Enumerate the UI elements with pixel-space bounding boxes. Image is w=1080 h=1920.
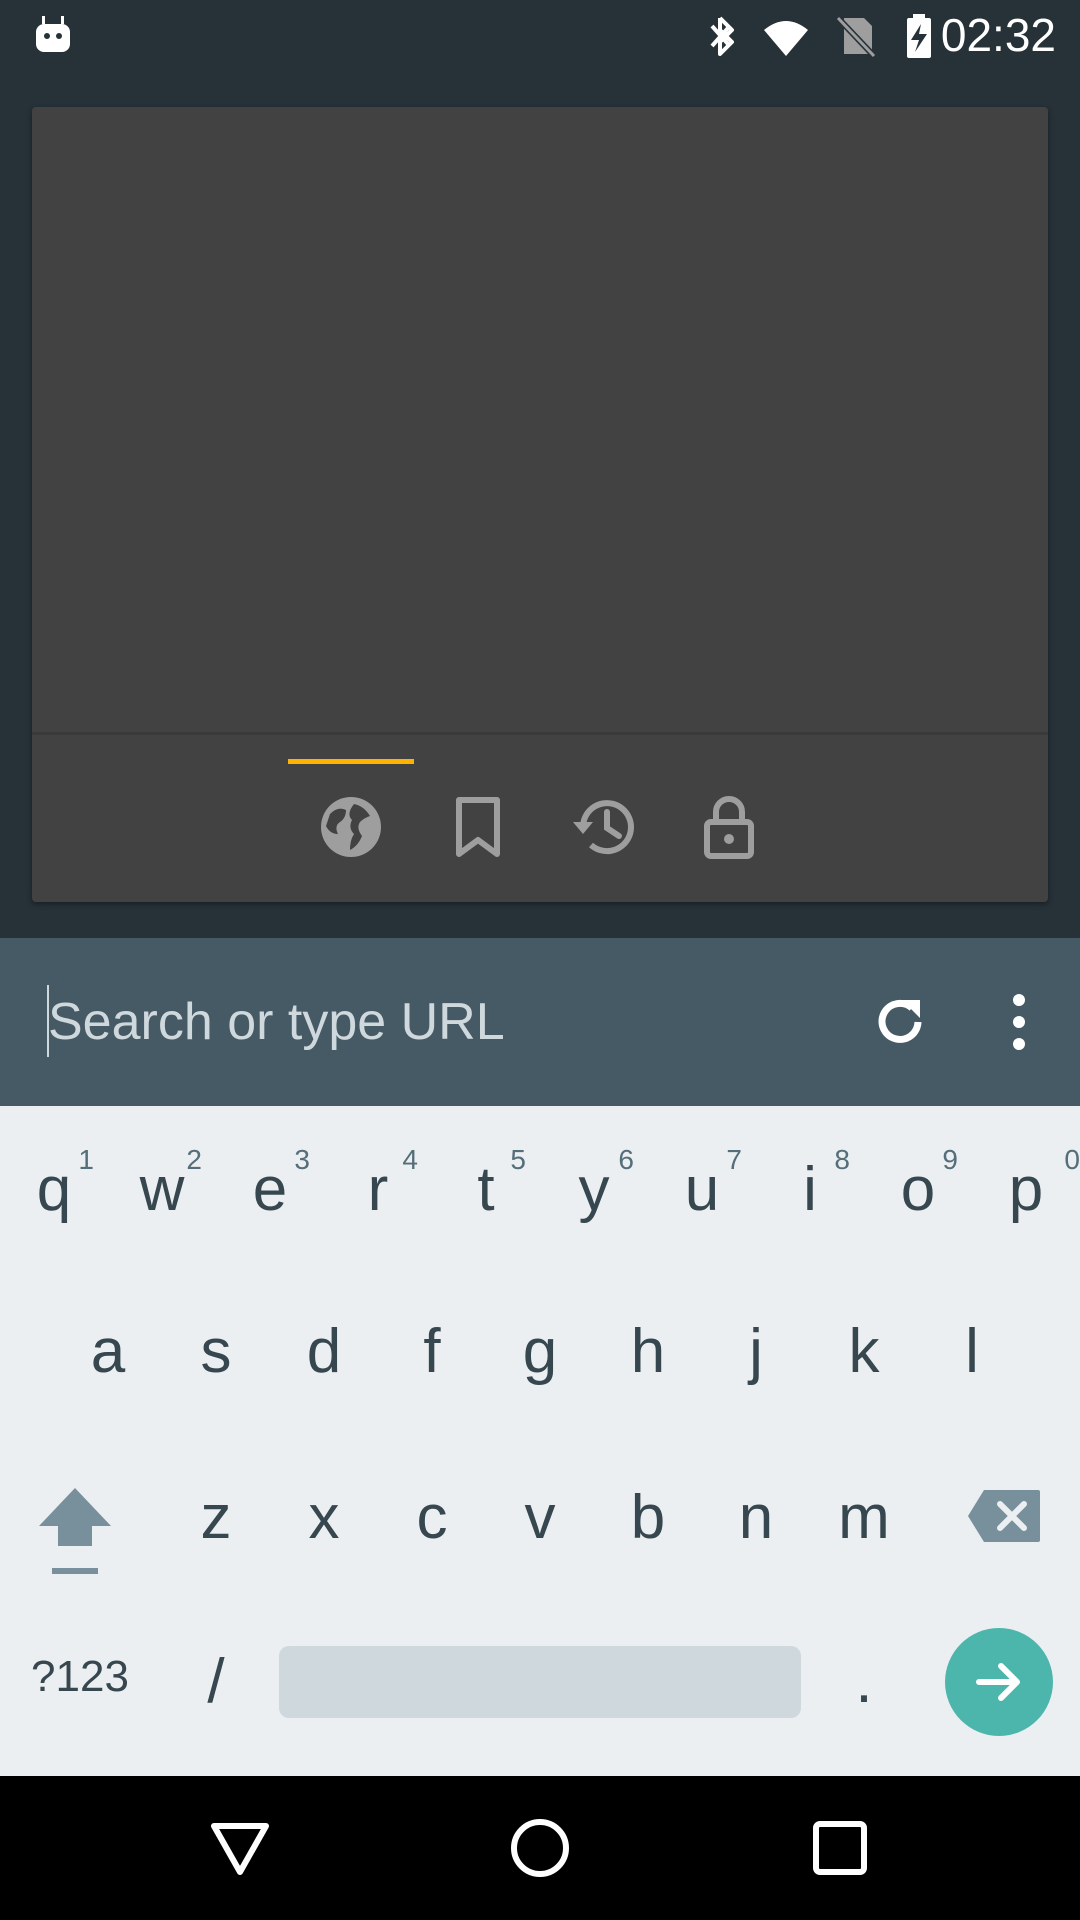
bluetooth-icon xyxy=(710,16,734,56)
shift-icon[interactable] xyxy=(36,1484,114,1580)
key-s[interactable]: s xyxy=(162,1316,270,1387)
key-o[interactable]: 9o xyxy=(864,1126,972,1225)
tabs-panel xyxy=(32,107,1048,902)
key-i[interactable]: 8i xyxy=(756,1126,864,1225)
key-f[interactable]: f xyxy=(378,1316,486,1387)
key-r[interactable]: 4r xyxy=(324,1126,432,1225)
android-icon xyxy=(36,16,70,52)
key-d[interactable]: d xyxy=(270,1316,378,1387)
status-bar: 02:32 xyxy=(0,0,1080,72)
key-k[interactable]: k xyxy=(810,1316,918,1387)
panel-divider xyxy=(32,732,1048,735)
key-symbols[interactable]: ?123 xyxy=(16,1652,144,1702)
key-e[interactable]: 3e xyxy=(216,1126,324,1225)
selected-tab-indicator xyxy=(288,759,414,764)
key-b[interactable]: b xyxy=(594,1482,702,1553)
key-w[interactable]: 2w xyxy=(108,1126,216,1225)
key-slash[interactable]: / xyxy=(162,1646,270,1717)
backspace-icon[interactable] xyxy=(966,1488,1042,1544)
key-h[interactable]: h xyxy=(594,1316,702,1387)
recents-square-icon[interactable] xyxy=(808,1816,872,1880)
home-circle-icon[interactable] xyxy=(508,1816,572,1880)
battery-charging-icon xyxy=(907,14,931,58)
key-y[interactable]: 6y xyxy=(540,1126,648,1225)
back-triangle-icon[interactable] xyxy=(208,1816,272,1880)
key-z[interactable]: z xyxy=(162,1482,270,1553)
key-c[interactable]: c xyxy=(378,1482,486,1553)
key-q[interactable]: 1q xyxy=(0,1126,108,1225)
key-a[interactable]: a xyxy=(54,1316,162,1387)
key-p[interactable]: 0p xyxy=(972,1126,1080,1225)
no-sim-icon xyxy=(835,15,877,59)
status-time: 02:32 xyxy=(940,9,1056,61)
lock-icon[interactable] xyxy=(694,792,764,862)
go-arrow-icon xyxy=(976,1663,1020,1701)
key-l[interactable]: l xyxy=(918,1316,1026,1387)
history-icon[interactable] xyxy=(569,792,639,862)
key-v[interactable]: v xyxy=(486,1482,594,1553)
globe-icon[interactable] xyxy=(316,792,386,862)
key-u[interactable]: 7u xyxy=(648,1126,756,1225)
enter-key[interactable] xyxy=(945,1628,1053,1736)
space-key[interactable] xyxy=(279,1646,801,1718)
reload-icon[interactable] xyxy=(868,990,932,1054)
bookmark-icon[interactable] xyxy=(443,792,513,862)
key-x[interactable]: x xyxy=(270,1482,378,1553)
key-m[interactable]: m xyxy=(810,1482,918,1553)
more-vert-icon[interactable] xyxy=(987,990,1051,1054)
key-g[interactable]: g xyxy=(486,1316,594,1387)
key-j[interactable]: j xyxy=(702,1316,810,1387)
url-input[interactable]: Search or type URL xyxy=(48,992,505,1052)
wifi-icon xyxy=(764,21,808,56)
key-t[interactable]: 5t xyxy=(432,1126,540,1225)
key-n[interactable]: n xyxy=(702,1482,810,1553)
key-period[interactable]: . xyxy=(810,1646,918,1717)
